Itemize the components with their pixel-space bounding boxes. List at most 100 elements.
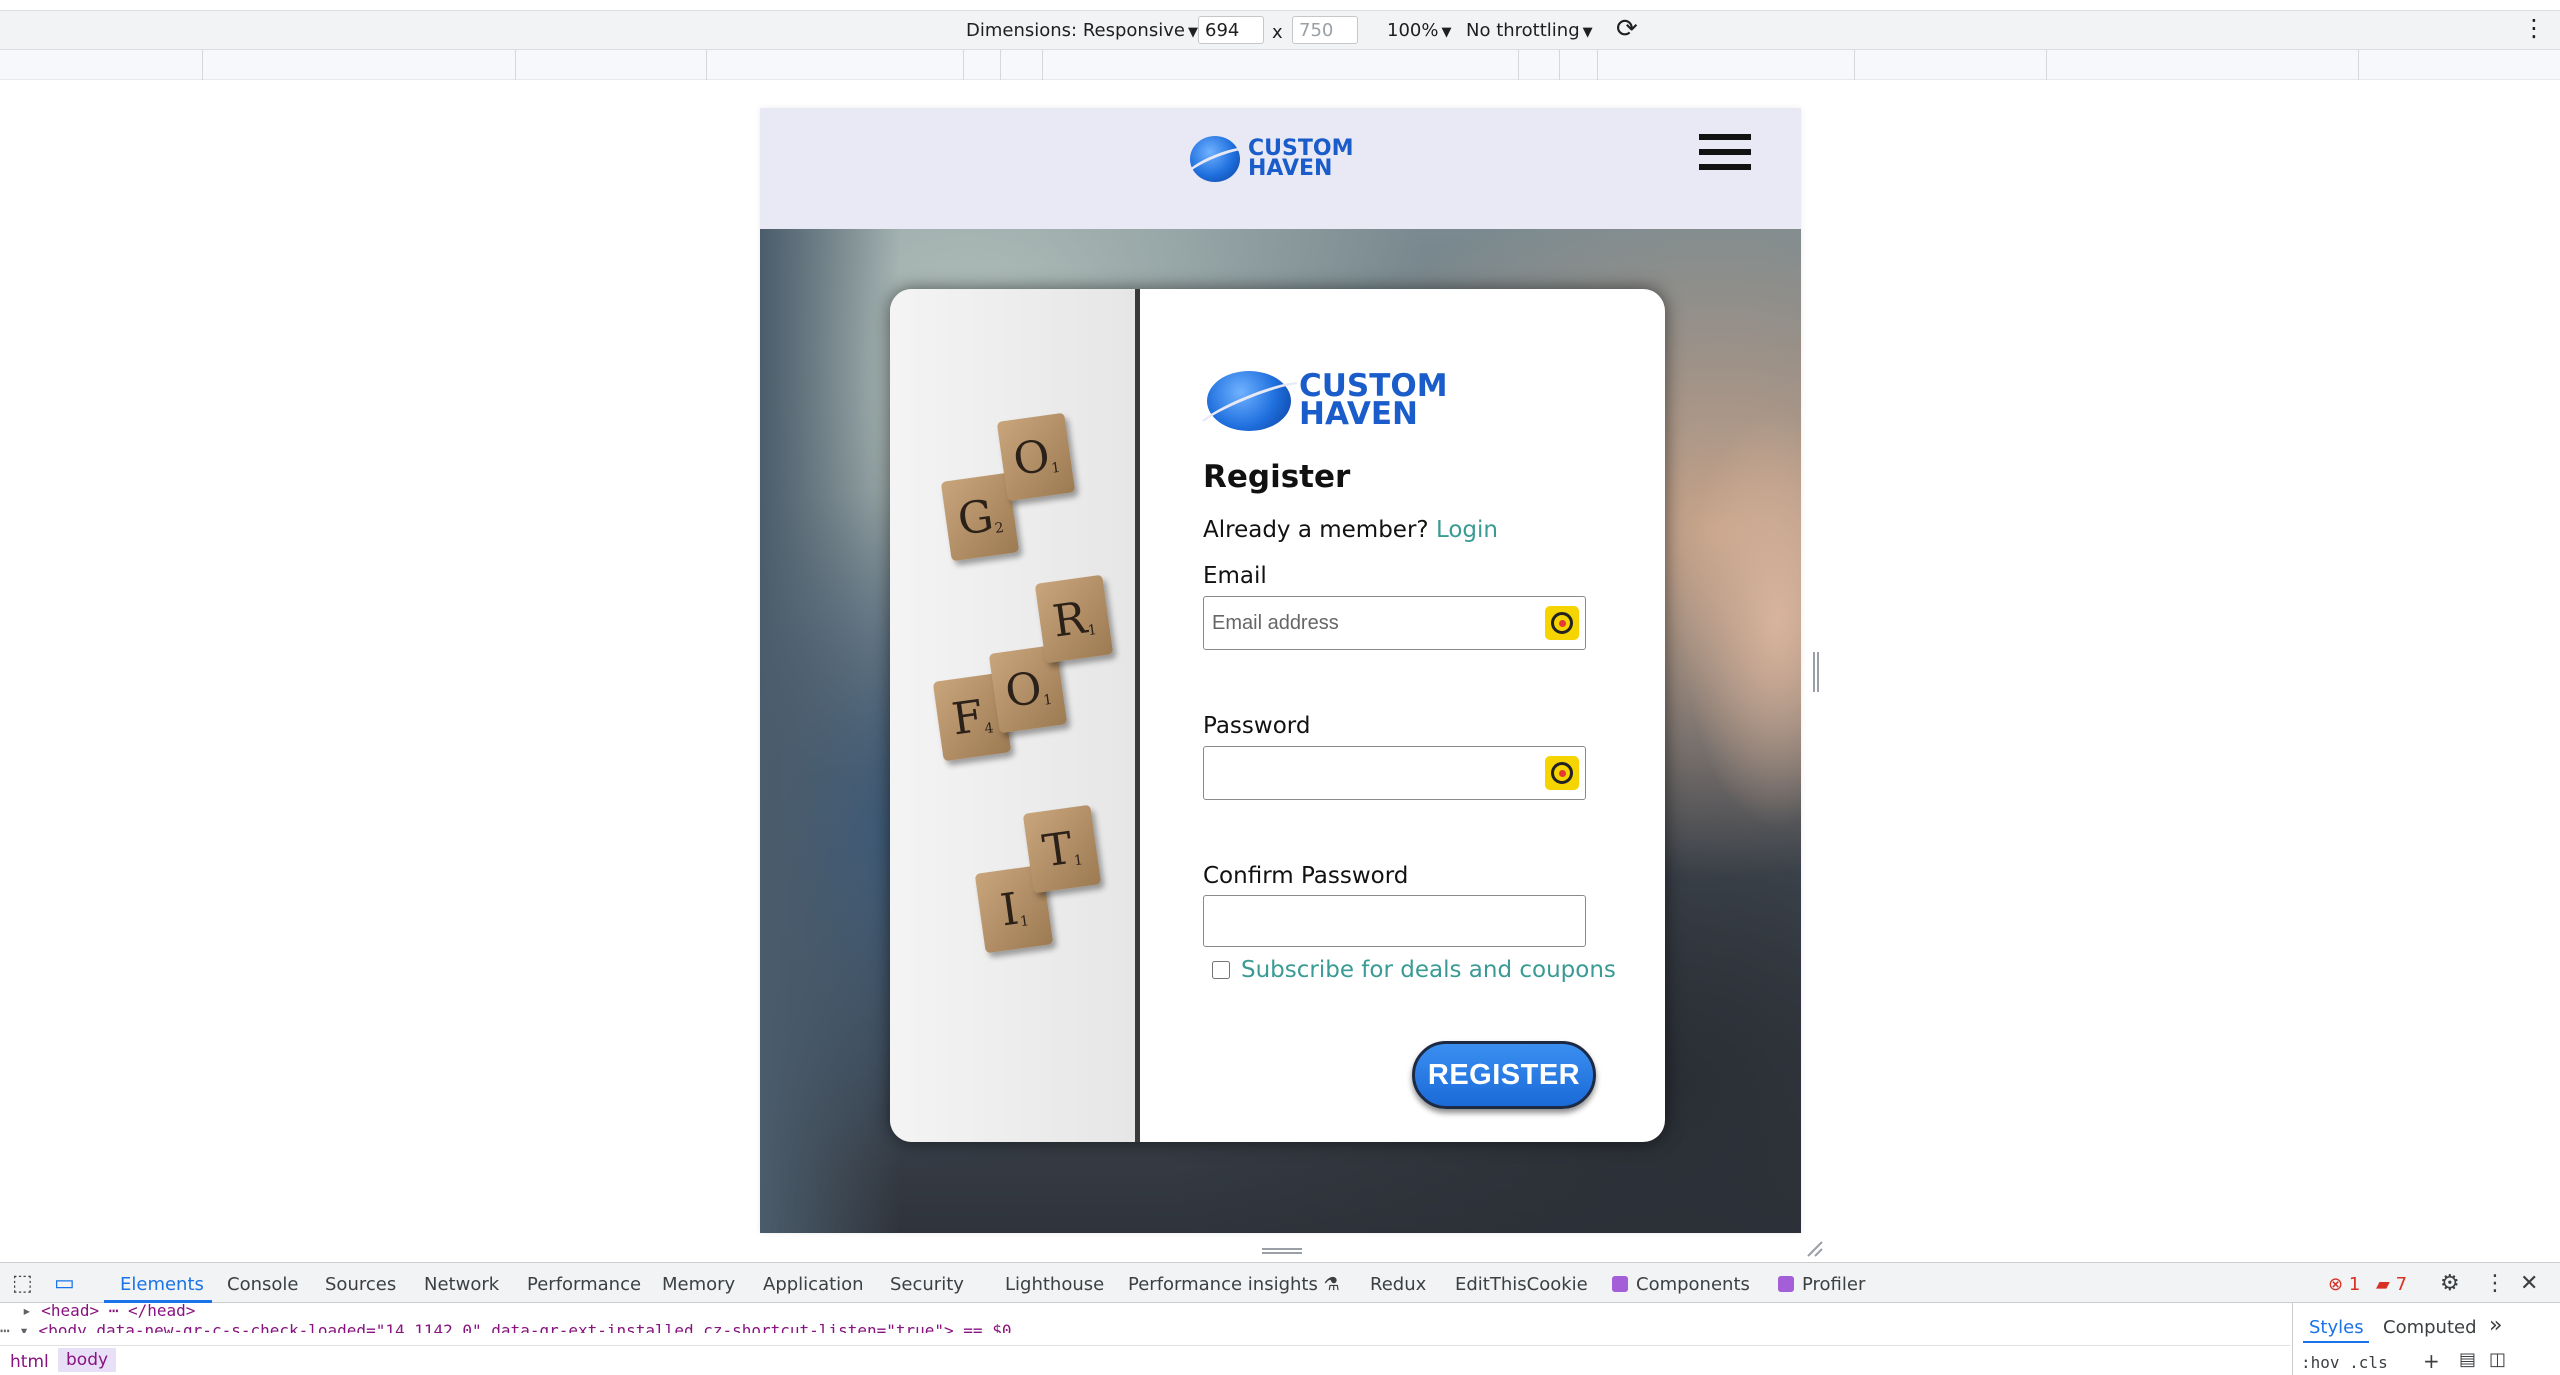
warning-count: 7 [2395,1274,2408,1295]
planet-logo-icon [1207,371,1291,431]
tab-sources[interactable]: Sources [325,1274,396,1295]
caret-down-icon: ▼ [1187,25,1198,40]
form-logo: CUSTOM HAVEN [1207,371,1448,431]
styles-filter[interactable]: :hov .cls [2301,1353,2388,1372]
resize-corner-icon[interactable] [1806,1240,1824,1258]
register-button[interactable]: REGISTER [1412,1041,1596,1109]
tab-redux[interactable]: Redux [1370,1274,1426,1295]
zoom-label: 100% [1387,20,1439,41]
tile-score: 4 [983,720,995,738]
tile-letter: G [954,489,997,546]
confirm-password-label: Confirm Password [1203,863,1409,889]
ruler-divider [202,50,203,80]
error-count-badge[interactable]: ⊗ 1 [2328,1274,2360,1295]
tab-computed[interactable]: Computed [2383,1317,2477,1338]
site-logo[interactable]: CUSTOM HAVEN [1190,136,1353,182]
subscribe-checkbox[interactable] [1212,961,1230,979]
tab-label: Profiler [1802,1274,1866,1295]
tab-label: Performance insights [1128,1274,1318,1295]
tab-console[interactable]: Console [227,1274,298,1295]
error-icon: ⊗ [2328,1274,2344,1295]
tile-score: 1 [1086,622,1098,640]
ruler-divider [963,50,964,80]
throttling-dropdown[interactable]: No throttling ▼ [1466,20,1593,41]
dimensions-label: Dimensions: Responsive [966,20,1185,41]
scrabble-tile: R1 [1034,574,1114,664]
warning-count-badge[interactable]: ▰ 7 [2376,1274,2407,1295]
hamburger-menu-icon[interactable] [1699,134,1755,178]
register-form: CUSTOM HAVEN Register Already a member? … [1145,289,1665,1142]
message-icon: ▰ [2376,1274,2390,1295]
tab-label: Components [1636,1274,1750,1295]
password-field[interactable] [1203,746,1586,800]
ruler-divider [1518,50,1519,80]
logo-text: CUSTOM HAVEN [1299,371,1448,432]
tab-memory[interactable]: Memory [662,1274,735,1295]
resize-handle-bottom[interactable] [1262,1248,1302,1254]
tab-network[interactable]: Network [424,1274,499,1295]
tile-letter: O [1010,429,1053,486]
add-rule-icon[interactable]: + [2423,1349,2440,1373]
tab-performance[interactable]: Performance [527,1274,641,1295]
error-count: 1 [2348,1274,2361,1295]
password-manager-icon[interactable] [1545,756,1579,790]
tab-lighthouse[interactable]: Lighthouse [1005,1274,1104,1295]
ruler-divider [1042,50,1043,80]
tab-styles[interactable]: Styles [2309,1317,2364,1338]
go-for-it-image: G2 O1 F4 O1 R1 I1 T1 [890,289,1140,1142]
resize-handle-right[interactable] [1813,652,1819,692]
device-viewport: CUSTOM HAVEN G2 O1 F4 O1 R1 I1 T1 CUSTOM… [760,108,1801,1233]
tile-letter: I [997,883,1022,937]
tab-performance-insights[interactable]: Performance insights ⚗ [1128,1274,1340,1295]
tab-profiler[interactable]: Profiler [1778,1274,1865,1295]
zoom-dropdown[interactable]: 100% ▼ [1387,20,1451,41]
sidebar-toggle-icon[interactable]: ◫ [2489,1349,2506,1370]
caret-down-icon: ▼ [1441,25,1452,40]
times-sign: x [1272,22,1283,43]
confirm-password-field[interactable] [1203,895,1586,947]
width-input[interactable]: 694 [1198,16,1264,44]
close-icon[interactable]: ✕ [2520,1271,2538,1296]
chevron-double-right-icon[interactable]: » [2489,1313,2502,1338]
settings-gear-icon[interactable]: ⚙ [2440,1271,2460,1296]
tab-elements[interactable]: Elements [120,1274,204,1295]
media-query-ruler[interactable] [0,50,2560,80]
email-field[interactable] [1203,596,1586,650]
password-manager-icon[interactable] [1545,606,1579,640]
tab-editthiscookie[interactable]: EditThisCookie [1455,1274,1588,1295]
rotate-icon[interactable]: ⟳ [1616,14,1638,44]
tree-node-head[interactable]: ▸ <head> ⋯ </head> [22,1301,195,1320]
more-vertical-icon[interactable]: ⋮ [2522,14,2546,42]
tile-score: 1 [1042,691,1054,709]
page-title: Register [1203,459,1351,495]
flask-icon: ⚗ [1323,1274,1340,1295]
ruler-divider [2046,50,2047,80]
logo-line-2: HAVEN [1299,396,1418,432]
device-toggle-icon[interactable]: ▭ [54,1271,75,1296]
devtools-tab-bar: ⬚ ▭ Elements Console Sources Network Per… [0,1263,2560,1303]
tree-node-body[interactable]: ⋯ ▾ <body data-new-gr-c-s-check-loaded="… [0,1321,1100,1333]
subscribe-label[interactable]: Subscribe for deals and coupons [1241,957,1616,983]
login-link[interactable]: Login [1436,517,1498,543]
already-member-row: Already a member? Login [1203,517,1498,543]
dimensions-dropdown[interactable]: Dimensions: Responsive ▼ [966,20,1198,41]
throttling-label: No throttling [1466,20,1580,41]
tile-score: 1 [1019,913,1031,931]
caret-down-icon: ▼ [1582,25,1593,40]
more-vertical-icon[interactable]: ⋮ [2484,1271,2506,1296]
tab-security[interactable]: Security [890,1274,964,1295]
tab-components[interactable]: Components [1612,1274,1750,1295]
tab-application[interactable]: Application [763,1274,864,1295]
computed-styles-icon[interactable]: ▤ [2459,1349,2476,1370]
tile-letter: T [1039,822,1076,877]
collapse-triangle-icon: ⋯ ▾ [0,1321,29,1333]
breadcrumb-html[interactable]: html [10,1352,49,1372]
logo-text: CUSTOM HAVEN [1248,138,1353,180]
inspect-element-icon[interactable]: ⬚ [12,1271,33,1296]
ruler-divider [2358,50,2359,80]
height-input[interactable]: 750 [1292,16,1358,44]
planet-logo-icon [1190,136,1240,182]
breadcrumb-body[interactable]: body [58,1348,117,1372]
head-node-text: <head> ⋯ </head> [41,1301,196,1320]
devtools-panel: ⬚ ▭ Elements Console Sources Network Per… [0,1262,2560,1375]
